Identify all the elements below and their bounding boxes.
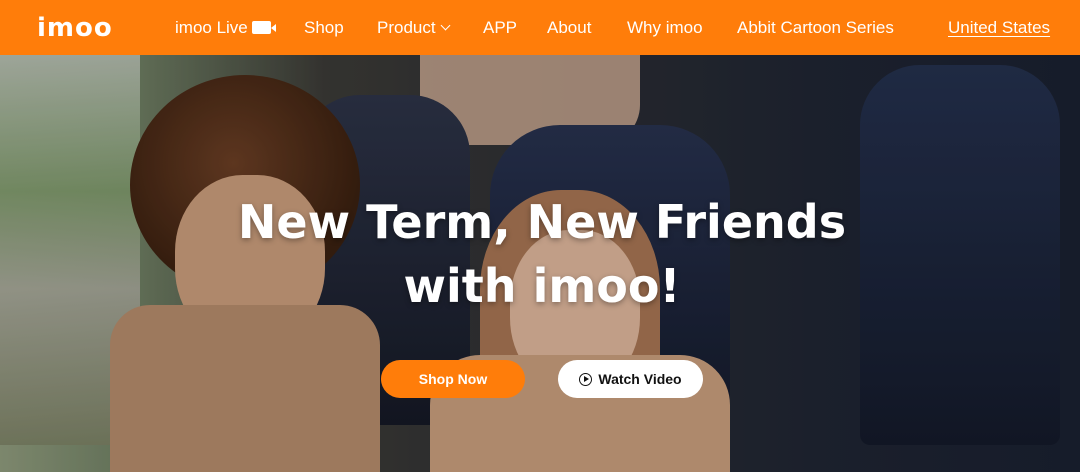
hero-headline: New Term, New Friends with imoo! <box>0 190 1080 318</box>
watch-video-button[interactable]: Watch Video <box>558 360 703 398</box>
nav-item-shop[interactable]: Shop <box>304 18 344 38</box>
nav-item-about[interactable]: About <box>547 18 591 38</box>
nav-item-app[interactable]: APP <box>483 18 517 38</box>
nav-item-label: imoo Live <box>175 18 248 37</box>
shop-now-label: Shop Now <box>418 371 488 387</box>
video-camera-icon <box>251 21 276 35</box>
watch-video-label: Watch Video <box>598 371 682 387</box>
region-selector-link[interactable]: United States <box>948 18 1050 38</box>
hero-headline-line-1: New Term, New Friends <box>237 195 847 249</box>
nav-item-imoo-live[interactable]: imoo Live <box>175 18 276 38</box>
hero-headline-line-2: with imoo! <box>403 259 681 313</box>
nav-item-product[interactable]: Product <box>377 18 451 38</box>
chevron-down-icon <box>440 20 451 31</box>
nav-item-label: Product <box>377 18 436 37</box>
imoo-logo[interactable]: imoo <box>37 13 113 43</box>
nav-item-why-imoo[interactable]: Why imoo <box>627 18 703 38</box>
top-navigation-bar: imoo imoo Live Shop Product APP About Wh… <box>0 0 1080 55</box>
play-circle-icon <box>579 372 593 386</box>
shop-now-button[interactable]: Shop Now <box>381 360 525 398</box>
nav-item-abbit-cartoon-series[interactable]: Abbit Cartoon Series <box>737 18 894 38</box>
